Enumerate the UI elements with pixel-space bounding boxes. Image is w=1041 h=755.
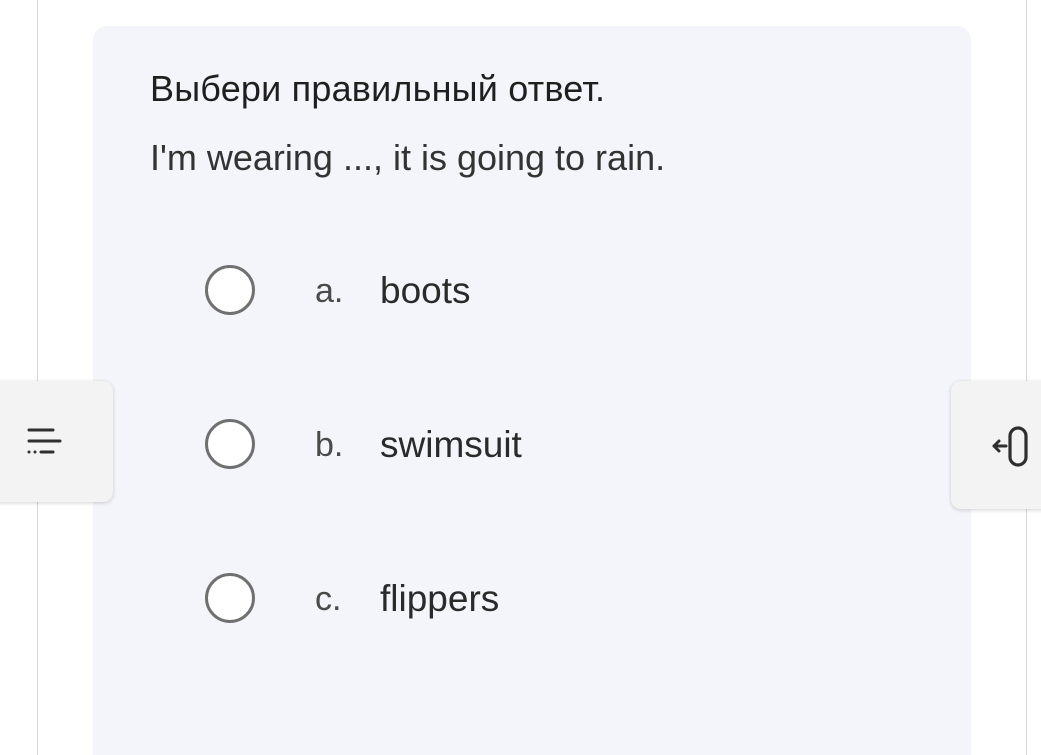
answer-option-c[interactable]: c. flippers xyxy=(204,572,904,628)
answer-option-b[interactable]: b. swimsuit xyxy=(204,418,904,474)
option-text[interactable]: swimsuit xyxy=(380,424,522,466)
question-sentence: I'm wearing ..., it is going to rain. xyxy=(150,137,666,178)
exit-arrow-icon xyxy=(992,426,1028,467)
question-prompt: Выбери правильный ответ. xyxy=(150,68,606,109)
question-card xyxy=(93,26,971,755)
radio-button[interactable] xyxy=(205,265,255,315)
right-border-line xyxy=(1026,0,1027,755)
option-text[interactable]: flippers xyxy=(380,578,499,620)
answer-option-a[interactable]: a. boots xyxy=(204,264,904,320)
option-text[interactable]: boots xyxy=(380,270,471,312)
option-letter: b. xyxy=(315,426,344,464)
option-letter: a. xyxy=(315,272,344,310)
exit-button[interactable] xyxy=(951,381,1041,509)
option-letter: c. xyxy=(315,580,342,618)
quiz-page: Выбери правильный ответ. I'm wearing ...… xyxy=(0,0,1041,755)
radio-button[interactable] xyxy=(205,573,255,623)
menu-lines-icon xyxy=(27,428,62,454)
menu-toggle-button[interactable] xyxy=(0,381,113,502)
radio-button[interactable] xyxy=(205,419,255,469)
left-border-line xyxy=(37,0,38,755)
